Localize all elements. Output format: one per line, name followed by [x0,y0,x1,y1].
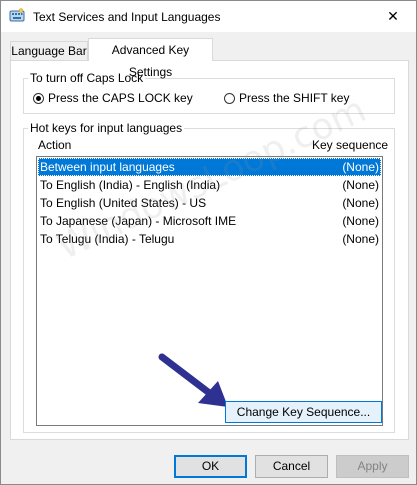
tab-advanced-key-settings[interactable]: Advanced Key Settings [88,38,213,79]
caps-lock-group-label: To turn off Caps Lock [28,71,146,85]
list-item-sequence: (None) [342,214,379,228]
list-item-sequence: (None) [342,178,379,192]
list-item-action: To Telugu (India) - Telugu [40,232,175,246]
tab-language-bar[interactable]: Language Bar [10,41,88,60]
list-item-sequence: (None) [342,160,379,174]
list-item[interactable]: To English (India) - English (India) (No… [38,176,381,194]
ok-button[interactable]: OK [174,455,247,478]
radio-circle [33,92,44,104]
list-item-action: To Japanese (Japan) - Microsoft IME [40,214,237,228]
list-item-action: To English (India) - English (India) [40,178,221,192]
button-label: Apply [357,459,388,473]
button-label: Cancel [272,459,311,473]
button-label: Change Key Sequence... [236,405,371,419]
list-item[interactable]: To Telugu (India) - Telugu (None) [38,230,381,248]
list-item-action: Between input languages [40,160,175,174]
hotkeys-list[interactable]: Between input languages (None) To Englis… [36,156,383,426]
dialog-window: Text Services and Input Languages ✕ Lang… [0,0,417,485]
radio-label: Press the SHIFT key [239,91,350,105]
title-bar[interactable]: Text Services and Input Languages ✕ [1,1,416,32]
tab-label: Language Bar [11,44,87,58]
list-item-action: To English (United States) - US [40,196,207,210]
hotkeys-group-label: Hot keys for input languages [28,121,185,135]
column-header-key-sequence[interactable]: Key sequence [312,138,388,152]
radio-caps-lock-key[interactable]: Press the CAPS LOCK key [33,91,193,105]
cancel-button[interactable]: Cancel [255,455,328,478]
list-item[interactable]: Between input languages (None) [38,158,381,176]
list-item-sequence: (None) [342,196,379,210]
list-item[interactable]: To English (United States) - US (None) [38,194,381,212]
apply-button: Apply [336,455,409,478]
keyboard-icon [9,8,25,24]
change-key-sequence-button[interactable]: Change Key Sequence... [225,401,382,423]
radio-shift-key[interactable]: Press the SHIFT key [224,91,349,105]
button-label: OK [201,459,220,473]
list-item[interactable]: To Japanese (Japan) - Microsoft IME (Non… [38,212,381,230]
radio-circle [224,92,235,104]
window-title: Text Services and Input Languages [33,10,221,24]
column-header-action[interactable]: Action [38,138,71,152]
radio-label: Press the CAPS LOCK key [48,91,193,105]
close-button[interactable]: ✕ [370,1,416,32]
list-item-sequence: (None) [342,232,379,246]
close-icon: ✕ [387,8,399,24]
